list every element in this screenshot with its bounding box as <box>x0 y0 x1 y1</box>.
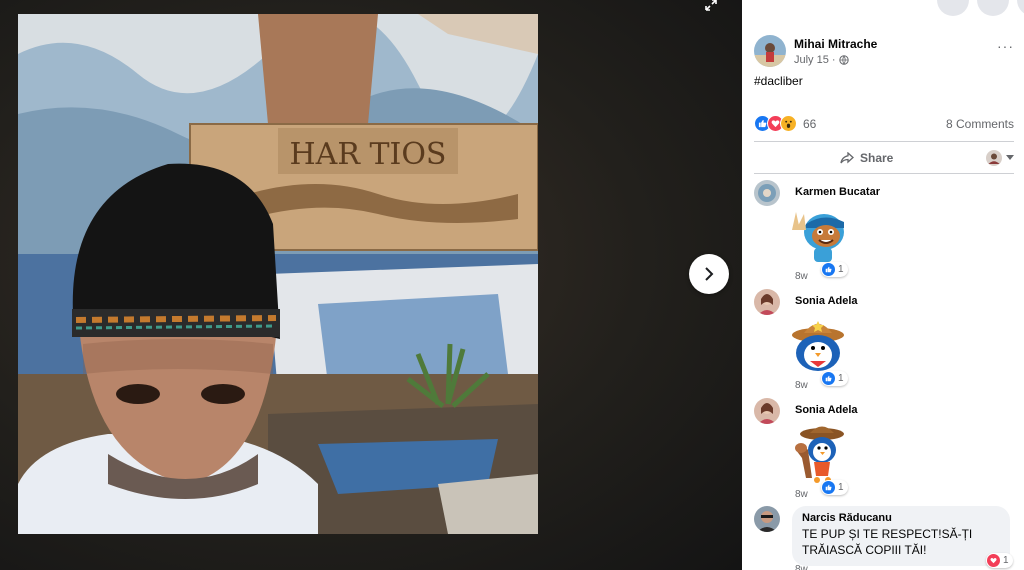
cowboy-penguin-sticker <box>786 311 850 375</box>
reactions-count[interactable]: 66 <box>803 117 816 131</box>
fullscreen-icon[interactable] <box>704 0 722 16</box>
commenter-avatar[interactable] <box>754 506 780 532</box>
like-icon <box>822 372 835 385</box>
comment-likes-count: 1 <box>838 482 844 493</box>
divider <box>754 173 1014 174</box>
author-avatar[interactable] <box>754 35 786 67</box>
post-details-panel: Mihai Mitrache July 15 · ··· #dacliber 6… <box>742 0 1024 570</box>
comment-likes-badge[interactable]: 1 <box>821 480 848 495</box>
thumbs-up-cartoon-sticker <box>786 202 850 266</box>
reaction-icons[interactable] <box>754 115 797 132</box>
comment-likes-badge[interactable]: 1 <box>986 553 1013 568</box>
comment-item: Sonia Adela 8w 1 <box>754 398 1014 500</box>
post-options-button[interactable]: ··· <box>997 38 1014 54</box>
comment-likes-count: 1 <box>838 373 844 384</box>
commenter-avatar[interactable] <box>754 398 780 424</box>
actions-row: Share <box>754 146 1014 170</box>
commenter-avatar[interactable] <box>754 289 780 315</box>
post-header: Mihai Mitrache July 15 · <box>754 35 877 67</box>
divider <box>754 141 1014 142</box>
comments-count[interactable]: 8 Comments <box>946 117 1014 131</box>
comment-likes-count: 1 <box>838 264 844 275</box>
next-photo-button[interactable] <box>689 254 729 294</box>
chevron-down-icon <box>1006 155 1014 160</box>
cowboy-penguin-horse-sticker <box>786 420 850 484</box>
commenter-name[interactable]: Karmen Bucatar <box>795 186 880 198</box>
commenter-name[interactable]: Narcis Răducanu <box>802 512 1000 524</box>
comment-likes-count: 1 <box>1003 555 1009 566</box>
chevron-right-icon <box>705 267 714 281</box>
reaction-identity-selector[interactable] <box>986 150 1014 166</box>
commenter-name[interactable]: Sonia Adela <box>795 295 858 307</box>
reactions-bar: 66 8 Comments <box>754 115 1014 132</box>
comment-time[interactable]: 8w <box>795 489 808 500</box>
sign-text: HAR TIOS <box>290 137 447 172</box>
comment-item: Narcis Răducanu TE PUP ȘI TE RESPECT!SĂ-… <box>754 506 1016 570</box>
comment-likes-badge[interactable]: 1 <box>821 371 848 386</box>
share-label: Share <box>860 151 894 165</box>
commenter-name[interactable]: Sonia Adela <box>795 404 858 416</box>
post-text: #dacliber <box>754 74 803 88</box>
user-avatar <box>986 150 1002 166</box>
globe-icon <box>838 54 849 65</box>
photo-image: HAR TIOS <box>18 14 538 534</box>
comment-item: Karmen Bucatar 8w 1 <box>754 180 1014 282</box>
share-button[interactable]: Share <box>840 151 893 165</box>
top-actions <box>937 0 1024 16</box>
comment-item: Sonia Adela 8w 1 <box>754 289 1014 391</box>
comment-time[interactable]: 8w <box>795 564 808 570</box>
notifications-button[interactable] <box>1017 0 1024 16</box>
menu-button[interactable] <box>937 0 969 16</box>
like-icon <box>822 263 835 276</box>
post-photo[interactable]: HAR TIOS <box>18 14 538 534</box>
messenger-button[interactable] <box>977 0 1009 16</box>
wow-reaction-icon <box>780 115 797 132</box>
post-date[interactable]: July 15 · <box>794 54 836 66</box>
comment-bubble: Narcis Răducanu TE PUP ȘI TE RESPECT!SĂ-… <box>792 506 1010 566</box>
comment-time[interactable]: 8w <box>795 380 808 391</box>
comment-text: TE PUP ȘI TE RESPECT!SĂ-ȚI TRĂIASCĂ COPI… <box>802 527 973 557</box>
commenter-avatar[interactable] <box>754 180 780 206</box>
comment-likes-badge[interactable]: 1 <box>821 262 848 277</box>
photo-viewer: HAR TIOS <box>0 0 742 570</box>
comment-time[interactable]: 8w <box>795 271 808 282</box>
share-icon <box>840 152 854 164</box>
author-name[interactable]: Mihai Mitrache <box>794 37 877 51</box>
like-icon <box>822 481 835 494</box>
love-icon <box>987 554 1000 567</box>
